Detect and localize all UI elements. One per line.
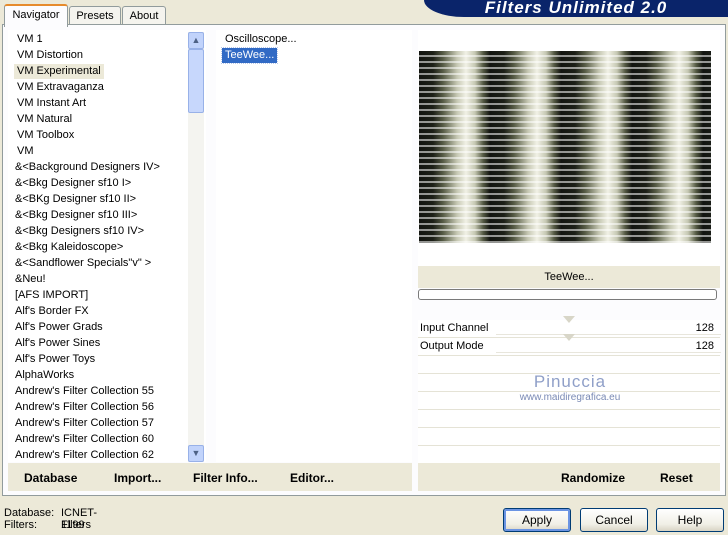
- watermark-url: www.maidiregrafica.eu: [519, 392, 621, 403]
- category-item[interactable]: VM Natural: [14, 112, 75, 127]
- category-item[interactable]: Alf's Power Sines: [12, 336, 103, 351]
- param-value: 128: [695, 322, 714, 334]
- category-item[interactable]: VM Toolbox: [14, 128, 77, 143]
- category-item[interactable]: VM: [14, 144, 37, 159]
- category-item[interactable]: Andrew's Filter Collection 62: [12, 448, 157, 462]
- randomize-button[interactable]: Randomize: [561, 470, 625, 486]
- param-row-output-mode[interactable]: Output Mode 128: [418, 334, 721, 356]
- scroll-up-arrow-icon[interactable]: ▲: [188, 32, 204, 49]
- param-row-empty: [418, 446, 720, 464]
- param-row-empty: [418, 410, 720, 428]
- filter-item[interactable]: TeeWee...: [220, 47, 279, 64]
- scroll-thumb[interactable]: [188, 49, 204, 113]
- category-item[interactable]: &<Bkg Designers sf10 IV>: [12, 224, 147, 239]
- category-item[interactable]: &<Bkg Designer sf10 I>: [12, 176, 134, 191]
- category-item[interactable]: Andrew's Filter Collection 55: [12, 384, 157, 399]
- status-filters-label: Filters:: [4, 519, 37, 531]
- tab-presets[interactable]: Presets: [69, 6, 121, 25]
- progress-bar: [418, 289, 717, 300]
- category-scrollbar[interactable]: ▲ ▼: [188, 32, 204, 462]
- category-item[interactable]: VM Experimental: [14, 64, 104, 79]
- database-button[interactable]: Database: [24, 470, 77, 486]
- category-item[interactable]: VM Instant Art: [14, 96, 89, 111]
- category-item[interactable]: AlphaWorks: [12, 368, 77, 383]
- slider-marker[interactable]: [563, 316, 575, 323]
- filter-title: TeeWee...: [418, 266, 720, 288]
- category-item[interactable]: Alf's Border FX: [12, 304, 92, 319]
- status-area: Database: ICNET-Filters Filters: 1199: [4, 507, 97, 531]
- category-item[interactable]: Andrew's Filter Collection 57: [12, 416, 157, 431]
- preview-image: [419, 51, 711, 243]
- param-label: Output Mode: [420, 340, 484, 352]
- right-button-bar: Randomize Reset: [418, 463, 720, 491]
- category-item[interactable]: VM 1: [14, 32, 46, 47]
- cancel-button[interactable]: Cancel: [580, 508, 648, 532]
- filter-item[interactable]: Oscilloscope...: [222, 32, 300, 47]
- reset-button[interactable]: Reset: [660, 470, 693, 486]
- category-item[interactable]: &<Sandflower Specials"v" >: [12, 256, 154, 271]
- status-filters-value: 1199: [61, 519, 85, 531]
- category-item[interactable]: Andrew's Filter Collection 60: [12, 432, 157, 447]
- import-button[interactable]: Import...: [114, 470, 161, 486]
- slider-track: [496, 334, 721, 335]
- param-label: Input Channel: [420, 322, 489, 334]
- slider-track: [496, 352, 721, 353]
- category-list[interactable]: VM 1 VM Distortion VM Experimental VM Extra…: [8, 30, 206, 462]
- category-item[interactable]: VM Extravaganza: [14, 80, 107, 95]
- watermark: Pinuccia www.maidiregrafica.eu: [510, 372, 630, 403]
- apply-button[interactable]: Apply: [503, 508, 571, 532]
- category-item[interactable]: &<BKg Designer sf10 II>: [12, 192, 139, 207]
- tab-navigator[interactable]: Navigator: [4, 4, 68, 27]
- editor-button[interactable]: Editor...: [290, 470, 334, 486]
- param-row-empty: [418, 428, 720, 446]
- category-item[interactable]: &<Background Designers IV>: [12, 160, 163, 175]
- slider-marker[interactable]: [563, 334, 575, 341]
- category-item[interactable]: &<Bkg Designer sf10 III>: [12, 208, 140, 223]
- category-item[interactable]: Alf's Power Toys: [12, 352, 98, 367]
- help-button[interactable]: Help: [656, 508, 724, 532]
- app-title-banner: Filters Unlimited 2.0: [424, 0, 728, 17]
- category-item[interactable]: Andrew's Filter Collection 56: [12, 400, 157, 415]
- watermark-name: Pinuccia: [533, 372, 607, 391]
- category-item[interactable]: VM Distortion: [14, 48, 86, 63]
- left-button-bar: Database Import... Filter Info... Editor…: [8, 463, 412, 491]
- category-item[interactable]: &Neu!: [12, 272, 49, 287]
- param-value: 128: [695, 340, 714, 352]
- category-item[interactable]: [AFS IMPORT]: [12, 288, 91, 303]
- filter-info-button[interactable]: Filter Info...: [193, 470, 258, 486]
- category-item[interactable]: Alf's Power Grads: [12, 320, 106, 335]
- category-item[interactable]: &<Bkg Kaleidoscope>: [12, 240, 126, 255]
- scroll-down-arrow-icon[interactable]: ▼: [188, 445, 204, 462]
- filter-list[interactable]: Oscilloscope... TeeWee...: [216, 30, 412, 462]
- tab-about[interactable]: About: [122, 6, 166, 25]
- status-database-label: Database:: [4, 507, 55, 519]
